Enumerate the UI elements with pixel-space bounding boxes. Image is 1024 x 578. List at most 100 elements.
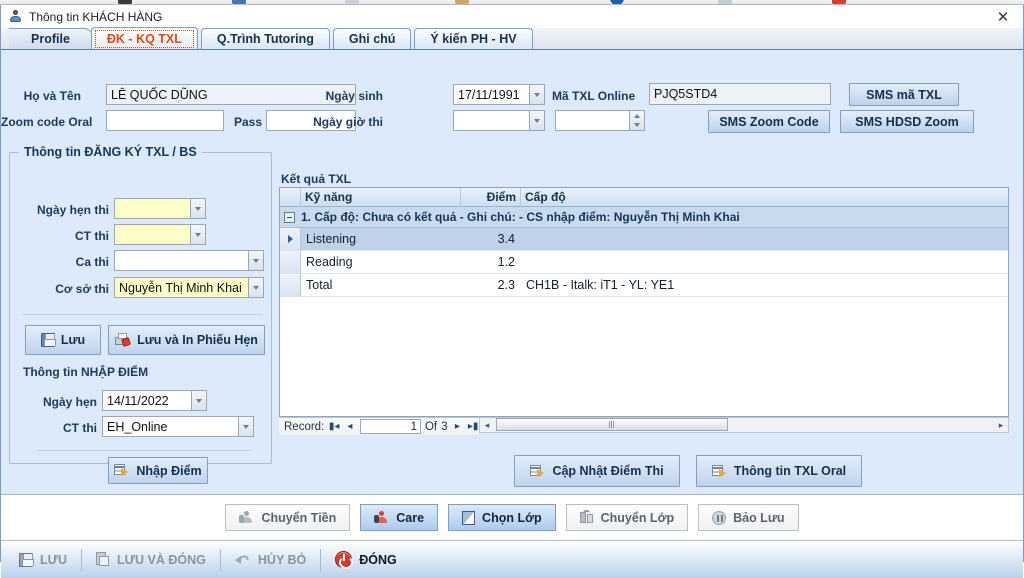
- save-and-print-appointment-button[interactable]: Lưu và In Phiếu Hẹn: [108, 325, 265, 355]
- scrollbar-track[interactable]: [494, 418, 994, 432]
- tab-bar: Profile ĐK - KQ TXL Q.Trình Tutoring Ghi…: [1, 27, 1023, 50]
- ct-thi-dk-value: [114, 224, 190, 245]
- chuyen-tien-button[interactable]: Chuyển Tiền: [225, 504, 351, 531]
- nhap-diem-button[interactable]: Nhập Điểm: [108, 457, 208, 484]
- label-ngay-hen: Ngày hẹn: [42, 395, 97, 409]
- chevron-down-icon[interactable]: [529, 110, 545, 131]
- column-header-diem[interactable]: Điểm: [461, 188, 521, 207]
- table-row[interactable]: Reading 1.2: [280, 250, 1008, 274]
- table-row[interactable]: Total 2.3 CH1B - Italk: iT1 - YL: YE1: [280, 273, 1008, 297]
- tab-y-kien-ph-hv-label: Ý kiến PH - HV: [430, 32, 517, 46]
- toolbar-huy-bo-button[interactable]: HỦY BỎ: [225, 545, 316, 575]
- tab-qtrinh-tutoring[interactable]: Q.Trình Tutoring: [200, 28, 330, 49]
- cap-nhat-diem-thi-button[interactable]: Cập Nhật Điểm Thi: [514, 455, 680, 487]
- collapse-expander-icon[interactable]: [284, 211, 295, 223]
- transfer-class-icon: [579, 510, 594, 524]
- scroll-right-icon[interactable]: ▸: [994, 418, 1008, 432]
- results-grid[interactable]: Kỹ năng Điểm Cấp độ 1. Cấp độ: Chưa có k…: [279, 187, 1009, 417]
- spinner-up-icon[interactable]: [630, 111, 644, 121]
- page-title: Thông tin KHÁCH HÀNG: [29, 9, 163, 24]
- co-so-thi-value: Nguyễn Thị Minh Khai: [114, 277, 248, 298]
- tab-y-kien-ph-hv[interactable]: Ý kiến PH - HV: [414, 28, 533, 49]
- save-button[interactable]: Lưu: [25, 325, 101, 355]
- customer-info-window: Thông tin KHÁCH HÀNG ✕ Profile ĐK - KQ T…: [0, 5, 1024, 578]
- chevron-down-icon[interactable]: [191, 390, 207, 411]
- sms-ma-txl-button[interactable]: SMS mã TXL: [849, 83, 959, 106]
- zoom-code-oral-field[interactable]: [106, 110, 224, 131]
- table-row[interactable]: Listening 3.4: [280, 227, 1008, 251]
- ct-thi-nd-combo[interactable]: EH_Online: [102, 416, 254, 437]
- previous-record-icon[interactable]: ◂: [344, 419, 356, 434]
- score-group-title: Thông tin NHẬP ĐIỂM: [23, 365, 149, 379]
- toolbar-luu-button[interactable]: LƯU: [9, 545, 77, 575]
- column-header-cap-do[interactable]: Cấp độ: [521, 188, 1008, 207]
- column-header-ky-nang[interactable]: Kỹ năng: [301, 188, 461, 207]
- secondary-action-bar: Chuyển Tiền Care Chọn Lớp Chuyển Lớp Bảo…: [1, 495, 1023, 540]
- exam-time-spinner[interactable]: [555, 110, 645, 131]
- chevron-down-icon[interactable]: [529, 84, 545, 105]
- toolbar-dong-label: ĐÓNG: [359, 552, 397, 567]
- ca-thi-value: [114, 250, 248, 271]
- sms-zoom-code-button[interactable]: SMS Zoom Code: [708, 110, 830, 133]
- tab-ghi-chu[interactable]: Ghi chú: [332, 28, 412, 49]
- record-label: Record:: [284, 420, 325, 433]
- txl-online-field[interactable]: PJQ5STD4: [649, 83, 831, 105]
- tab-dk-kq-txl-label: ĐK - KQ TXL: [106, 31, 182, 46]
- care-person-icon: [374, 511, 389, 524]
- cell-skill: Listening: [306, 232, 357, 246]
- window-title-bar: Thông tin KHÁCH HÀNG ✕: [1, 5, 1023, 28]
- chevron-down-icon[interactable]: [190, 224, 206, 245]
- total-records: 3: [441, 420, 448, 433]
- cell-skill: Reading: [306, 255, 353, 269]
- chevron-down-icon[interactable]: [238, 416, 254, 437]
- tab-profile[interactable]: Profile: [9, 28, 93, 49]
- bao-luu-button[interactable]: Bảo Lưu: [698, 504, 799, 531]
- close-icon[interactable]: ✕: [983, 5, 1023, 28]
- thong-tin-txl-oral-button[interactable]: Thông tin TXL Oral: [696, 455, 862, 487]
- tab-qtrinh-tutoring-label: Q.Trình Tutoring: [216, 32, 314, 46]
- chuyen-lop-button[interactable]: Chuyển Lớp: [565, 504, 689, 531]
- grid-horizontal-scrollbar[interactable]: ◂ ▸: [479, 417, 1009, 433]
- toolbar-luu-va-dong-label: LƯU VÀ ĐÓNG: [117, 552, 206, 567]
- scrollbar-thumb[interactable]: [496, 418, 728, 431]
- toolbar-dong-button[interactable]: ĐÓNG: [325, 545, 407, 575]
- toolbar-luu-va-dong-button[interactable]: LƯU VÀ ĐÓNG: [86, 545, 216, 575]
- results-group-row[interactable]: 1. Cấp độ: Chưa có kết quả - Ghi chú: - …: [280, 207, 1008, 228]
- label-ngay-hen-thi: Ngày hẹn thi: [36, 203, 109, 217]
- care-button[interactable]: Care: [360, 504, 439, 531]
- tab-profile-label: Profile: [31, 32, 70, 46]
- ca-thi-combo[interactable]: [114, 250, 264, 271]
- tab-dk-kq-txl[interactable]: ĐK - KQ TXL: [90, 27, 198, 49]
- cell-level: [521, 228, 1008, 251]
- row-indicator-blank: [280, 250, 301, 274]
- chevron-down-icon[interactable]: [248, 250, 264, 271]
- sms-hdsd-zoom-label: SMS HDSD Zoom: [855, 114, 959, 129]
- exam-date-combo[interactable]: [453, 110, 545, 131]
- ngay-hen-combo[interactable]: 14/11/2022: [102, 390, 207, 411]
- current-record-input[interactable]: 1: [359, 419, 421, 434]
- chevron-down-icon[interactable]: [190, 198, 206, 219]
- last-record-icon[interactable]: ▸▮: [467, 419, 479, 434]
- registration-divider: [23, 314, 263, 315]
- cell-skill: Total: [306, 278, 333, 292]
- sms-hdsd-zoom-button[interactable]: SMS HDSD Zoom: [840, 110, 974, 133]
- scroll-left-icon[interactable]: ◂: [480, 418, 494, 432]
- ct-thi-dk-combo[interactable]: [114, 224, 206, 245]
- label-co-so-thi: Cơ sở thi: [55, 282, 109, 296]
- spinner-down-icon[interactable]: [630, 121, 644, 131]
- ct-thi-nd-value: EH_Online: [102, 416, 238, 437]
- of-label: Of: [424, 420, 438, 433]
- nhap-diem-label: Nhập Điểm: [136, 463, 202, 478]
- cell-level: [521, 251, 1008, 274]
- spinner-buttons[interactable]: [629, 110, 645, 131]
- co-so-thi-combo[interactable]: Nguyễn Thị Minh Khai: [114, 277, 264, 298]
- label-ct-thi-nd: CT thi: [63, 421, 97, 435]
- save-and-print-label: Lưu và In Phiếu Hẹn: [137, 333, 258, 347]
- chon-lop-button[interactable]: Chọn Lớp: [448, 504, 556, 531]
- dob-combo[interactable]: 17/11/1991: [453, 84, 545, 105]
- select-class-icon: [462, 510, 476, 525]
- next-record-icon[interactable]: ▸: [452, 419, 464, 434]
- chevron-down-icon[interactable]: [248, 277, 264, 298]
- ngay-hen-thi-combo[interactable]: [114, 198, 206, 219]
- first-record-icon[interactable]: ▮◂: [328, 419, 340, 434]
